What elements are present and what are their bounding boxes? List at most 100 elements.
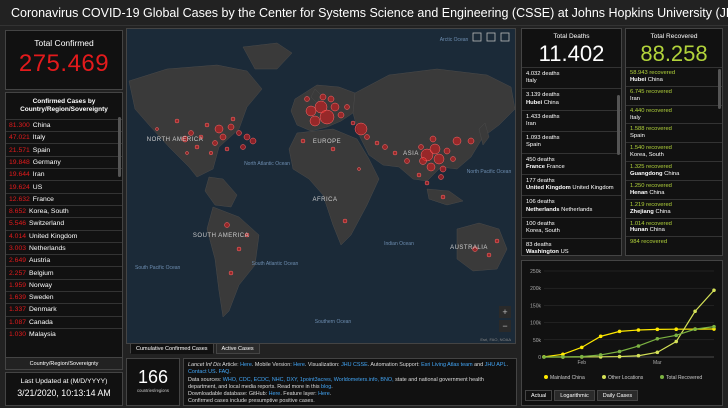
death-item[interactable]: 100 deaths Korea, South (522, 216, 621, 238)
country-row[interactable]: 2.257 Belgium (6, 266, 122, 278)
country-row[interactable]: 8.652 Korea, South (6, 204, 122, 217)
country-row[interactable]: 1.030 Malaysia (6, 327, 122, 340)
recovered-item[interactable]: 1.588 recovered Spain (626, 123, 722, 142)
tab-daily-cases[interactable]: Daily Cases (596, 390, 639, 401)
recovered-scrollbar[interactable] (718, 69, 721, 109)
death-item[interactable]: 177 deaths United Kingdom United Kingdom (522, 174, 621, 195)
country-row[interactable]: 19.848 Germany (6, 155, 122, 168)
map-label-europe: EUROPE (313, 139, 341, 145)
recovered-item[interactable]: 58.943 recovered Hubei China (626, 67, 722, 86)
recovered-count: 984 recovered (630, 239, 668, 246)
death-item[interactable]: 3.139 deaths Hubei China (522, 88, 621, 109)
country-row[interactable]: 21.571 Spain (6, 143, 122, 155)
recovered-item[interactable]: 4.440 recovered Italy (626, 104, 722, 124)
death-item[interactable]: 4.032 deaths Italy (522, 67, 621, 88)
feature-layer-link[interactable]: Here (318, 391, 330, 397)
country-row[interactable]: 2.649 Austria (6, 254, 122, 266)
recovered-place-name: China (649, 189, 665, 196)
tab-actual[interactable]: Actual (525, 390, 553, 401)
tab-cumulative-confirmed[interactable]: Cumulative Confirmed Cases (130, 343, 214, 354)
jhu-apl-link[interactable]: JHU APL (485, 362, 507, 368)
recovered-item[interactable]: 1.219 recovered Zhejiang China (626, 198, 722, 218)
info-text: Data sources: (188, 376, 223, 383)
recovered-place-name: China (647, 76, 663, 83)
tab-country-region[interactable]: Country/Region/Sovereignty (6, 357, 122, 369)
recovered-item[interactable]: 1.325 recovered Guangdong China (626, 161, 722, 180)
recovered-place-name: Italy (630, 114, 641, 121)
map-label-north-america: NORTH AMERICA (147, 137, 203, 143)
country-count: 1.087 (9, 318, 27, 326)
mobile-version-link[interactable]: Here (293, 362, 305, 368)
header-bar: Coronavirus COVID-19 Global Cases by the… (0, 0, 728, 26)
article-link[interactable]: Here (240, 362, 252, 368)
country-row[interactable]: 4.014 United Kingdom (6, 229, 122, 242)
chart-legend-swatch (602, 375, 606, 379)
deaths-list[interactable]: 4.032 deaths Italy 3.139 deaths Hubei China… (522, 67, 621, 255)
contact-link[interactable]: Contact US (188, 369, 216, 375)
chart-x-tick-label: Feb (577, 360, 586, 366)
chart-point (693, 327, 697, 331)
jhu-csse-link[interactable]: JHU CSSE (341, 362, 368, 368)
chart-point (674, 339, 679, 344)
chart-legend-swatch (544, 375, 548, 379)
country-count: 19.644 (9, 171, 30, 179)
death-item[interactable]: 106 deaths Netherlands Netherlands (522, 195, 621, 216)
death-item[interactable]: 450 deaths France France (522, 152, 621, 174)
chart-legend-label: Other Locations (608, 375, 644, 381)
world-map-canvas[interactable]: Arctic Ocean North Atlantic Ocean North … (127, 29, 516, 344)
death-count: 4.032 deaths (526, 71, 560, 77)
recovered-place-name: Iran (630, 95, 640, 102)
countries-count-value: 166 (137, 367, 169, 387)
country-row[interactable]: 19.624 US (6, 180, 122, 192)
recovered-place-bold: Hunan (630, 227, 649, 234)
recovered-item[interactable]: 1.014 recovered Hunan China (626, 217, 722, 237)
death-place-name: China (543, 99, 559, 106)
esri-link[interactable]: Esri Living Atlas team (421, 362, 473, 368)
deaths-scrollbar[interactable] (617, 95, 620, 155)
chart-series-line (543, 289, 715, 358)
recovered-item[interactable]: 6.745 recovered Iran (626, 85, 722, 105)
recovered-item[interactable]: 1.250 recovered Henan China (626, 179, 722, 199)
country-row[interactable]: 81.300 China (6, 118, 122, 131)
country-row[interactable]: 19.644 Iran (6, 168, 122, 180)
recovered-place-bold: Hubei (630, 76, 647, 83)
death-count: 177 deaths (526, 178, 555, 185)
death-place: Hubei China (526, 100, 617, 107)
country-row[interactable]: 1.639 Sweden (6, 291, 122, 303)
country-list[interactable]: 81.300 China 47.021 Italy 21.571 Spain 19.848 G… (6, 118, 122, 340)
country-count: 8.652 (9, 208, 27, 216)
country-list-scrollbar[interactable] (118, 117, 121, 177)
death-item[interactable]: 1.093 deaths Spain (522, 131, 621, 152)
zoom-out-button[interactable]: − (499, 320, 511, 332)
github-link[interactable]: Here (269, 391, 281, 397)
recovered-item[interactable]: 984 recovered (626, 236, 722, 248)
death-item[interactable]: 83 deaths Washington US (522, 238, 621, 255)
recovered-list[interactable]: 58.943 recovered Hubei China 6.745 recover… (626, 67, 722, 248)
world-map[interactable]: Arctic Ocean North Atlantic Ocean North … (126, 28, 516, 344)
map-tabs: Cumulative Confirmed Cases Active Cases (130, 343, 260, 354)
country-row[interactable]: 5.546 Switzerland (6, 217, 122, 229)
country-row[interactable]: 3.003 Netherlands (6, 241, 122, 254)
tab-logarithmic[interactable]: Logarithmic (554, 390, 595, 401)
total-confirmed-value: 275.469 (18, 50, 110, 77)
tab-active-cases[interactable]: Active Cases (215, 343, 260, 354)
cases-line-chart[interactable]: 0 50k 100k 150k 200k 250k Feb Mar Mainland China… (522, 261, 722, 389)
map-label-south-pacific: South Pacific Ocean (135, 265, 181, 271)
death-place-name: Iran (526, 121, 536, 128)
death-item[interactable]: 1.433 deaths Iran (522, 109, 621, 131)
country-row[interactable]: 1.959 Norway (6, 278, 122, 291)
country-row[interactable]: 1.087 Canada (6, 315, 122, 328)
chart-point (655, 336, 660, 341)
total-deaths-label: Total Deaths (553, 33, 590, 40)
blog-link[interactable]: blog (321, 384, 331, 390)
country-name: US (32, 183, 43, 191)
recovered-count: 1.219 recovered (630, 201, 672, 208)
data-sources-link[interactable]: WHO, CDC, ECDC, NHC, DXY, 1point3acres, … (223, 377, 394, 383)
country-row[interactable]: 47.021 Italy (6, 131, 122, 143)
country-row[interactable]: 1.337 Denmark (6, 303, 122, 315)
recovered-item[interactable]: 1.540 recovered Korea, South (626, 142, 722, 161)
faq-link[interactable]: FAQ (219, 369, 230, 375)
info-paragraph-article: Lancet Inf Dis Article: Here. Mobile Ver… (188, 362, 512, 377)
zoom-in-button[interactable]: + (499, 306, 511, 318)
country-row[interactable]: 12.632 France (6, 192, 122, 205)
